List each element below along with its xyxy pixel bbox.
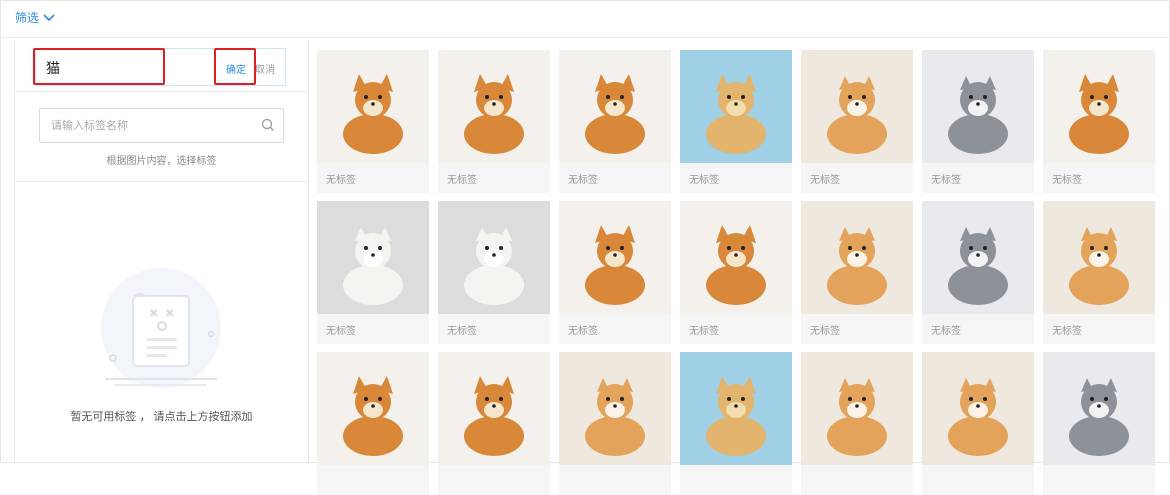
image-card[interactable]: 无标签 — [559, 50, 671, 193]
thumbnail-golden-puppy[interactable] — [680, 50, 792, 163]
thumbnail-gray-cat-balcony[interactable] — [922, 50, 1034, 163]
tag-status-label: 无标签 — [447, 175, 477, 186]
image-card[interactable]: 无标签 — [438, 50, 550, 193]
tag-search-area: 根据图片内容，选择标签 — [15, 92, 308, 182]
left-panel: 确定 取消 根据图片内容，选择标签 — [14, 41, 309, 462]
image-card[interactable]: 无标签 — [922, 50, 1034, 193]
image-grid: 无标签 无标签 无标签 无标签 无标签 无标签 无标签 无标签 无标签 无标签 无标签 无标签 无标签无… — [317, 50, 1162, 495]
tag-status-label: 无标签 — [1052, 326, 1082, 337]
thumbnail-two-shibas[interactable] — [317, 352, 429, 465]
thumbnail-kitten-in-blanket[interactable] — [922, 352, 1034, 465]
thumbnail-gray-kitten[interactable] — [1043, 352, 1155, 465]
image-card[interactable]: 无标签 — [801, 201, 913, 344]
topbar: 筛选 — [1, 1, 1169, 38]
tag-status-label: 无标签 — [810, 175, 840, 186]
thumbnail-orange-cat-face[interactable] — [801, 201, 913, 314]
image-card[interactable]: 无标签 — [922, 201, 1034, 344]
thumbnail-white-cat-lying[interactable] — [317, 201, 429, 314]
confirm-button[interactable]: 确定 — [226, 61, 246, 76]
image-card[interactable]: 无标签 — [1043, 201, 1155, 344]
image-card[interactable]: 无标签 — [801, 50, 913, 193]
thumbnail-orange-cat-lying[interactable] — [559, 352, 671, 465]
tag-status-label: 无标签 — [810, 326, 840, 337]
tag-status-label: 无标签 — [931, 175, 961, 186]
thumbnail-kitten-playing[interactable] — [1043, 201, 1155, 314]
tag-status-label: 无标签 — [568, 175, 598, 186]
image-card[interactable]: 无标签 — [680, 50, 792, 193]
image-search-row: 确定 取消 — [15, 41, 308, 92]
tag-search-input[interactable] — [49, 116, 253, 136]
tag-status-label: 无标签 — [326, 326, 356, 337]
tag-hint: 根据图片内容，选择标签 — [106, 156, 217, 167]
image-card[interactable] — [438, 352, 550, 495]
thumbnail-shiba-lying[interactable] — [438, 50, 550, 163]
thumbnail-orange-white-cat-sitting[interactable] — [438, 201, 550, 314]
empty-state-text: 暂无可用标签 ， 请点击上方按钮添加 — [70, 411, 253, 423]
tag-status-label: 无标签 — [568, 326, 598, 337]
thumbnail-shiba-lying-2[interactable] — [559, 201, 671, 314]
thumbnail-shiba-sitting[interactable] — [317, 50, 429, 163]
image-card[interactable] — [1043, 352, 1155, 495]
cancel-button[interactable]: 取消 — [255, 61, 275, 76]
image-card[interactable]: 无标签 — [438, 201, 550, 344]
image-card[interactable] — [680, 352, 792, 495]
thumbnail-tabby-cat-sitting[interactable] — [801, 352, 913, 465]
tag-status-label: 无标签 — [689, 326, 719, 337]
thumbnail-cat-in-basket[interactable] — [801, 50, 913, 163]
tag-status-label: 无标签 — [1052, 175, 1082, 186]
image-card[interactable]: 无标签 — [1043, 50, 1155, 193]
filter-toggle[interactable]: 筛选 — [15, 9, 55, 26]
image-card[interactable]: 无标签 — [317, 50, 429, 193]
tag-status-label: 无标签 — [931, 326, 961, 337]
thumbnail-shiba-on-grass[interactable] — [1043, 50, 1155, 163]
tag-status-label: 无标签 — [447, 326, 477, 337]
thumbnail-two-golden-puppies[interactable] — [680, 352, 792, 465]
empty-state-illustration — [101, 268, 221, 388]
image-card[interactable]: 无标签 — [317, 201, 429, 344]
tagging-panel: 筛选 确定 取消 根据图片内容，选择标签 — [0, 0, 1170, 495]
thumbnail-shiba-closeup[interactable] — [438, 352, 550, 465]
tag-status-label: 无标签 — [689, 175, 719, 186]
thumbnail-shiba-with-toys[interactable] — [559, 50, 671, 163]
image-card[interactable] — [801, 352, 913, 495]
image-card[interactable] — [922, 352, 1034, 495]
image-card[interactable] — [559, 352, 671, 495]
tag-status-label: 无标签 — [326, 175, 356, 186]
image-card[interactable] — [317, 352, 429, 495]
chevron-down-icon — [43, 13, 55, 21]
thumbnail-corgi-by-pool[interactable] — [680, 201, 792, 314]
search-icon[interactable] — [261, 118, 275, 132]
image-card[interactable]: 无标签 — [680, 201, 792, 344]
tag-search-box — [39, 108, 284, 143]
thumbnail-gray-white-cat[interactable] — [922, 201, 1034, 314]
image-card[interactable]: 无标签 — [559, 201, 671, 344]
filter-label: 筛选 — [15, 11, 40, 25]
highlight-input-box — [33, 48, 165, 85]
